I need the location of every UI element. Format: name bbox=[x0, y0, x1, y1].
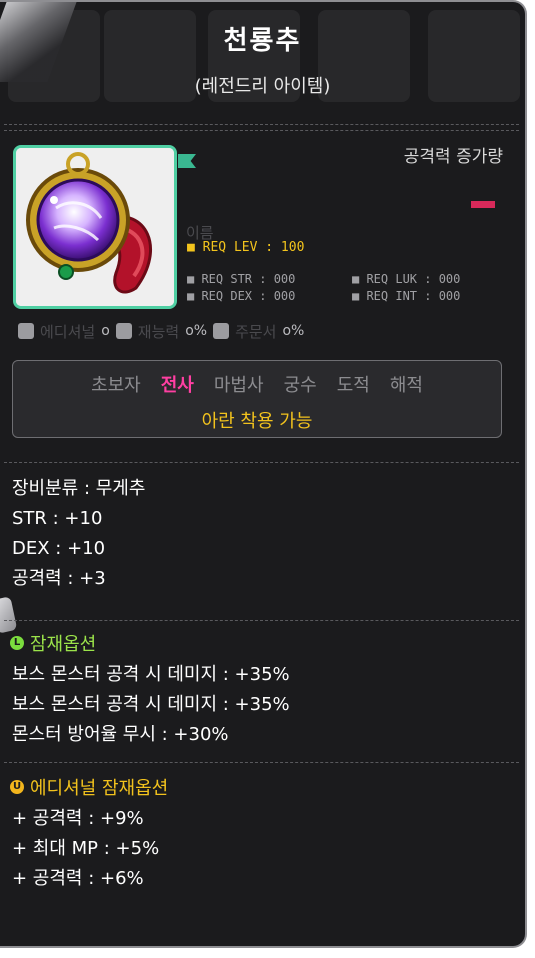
unique-grade-icon: U bbox=[10, 780, 24, 794]
additional-potential-header: U 에디셔널 잠재옵션 bbox=[10, 774, 168, 800]
job-magician: 마법사 bbox=[213, 375, 264, 396]
req-luk: ■ REQ LUK : 000 bbox=[352, 272, 461, 286]
background-ghost-text: 재능력 bbox=[137, 322, 180, 341]
job-beginner: 초보자 bbox=[91, 375, 141, 396]
tag-flag-icon bbox=[178, 154, 196, 168]
attack-increase-label: 공격력 증가량 bbox=[403, 147, 503, 167]
divider bbox=[4, 124, 519, 125]
job-list: 초보자 전사 마법사 궁수 도적 해적 bbox=[13, 371, 501, 397]
pendulum-icon bbox=[16, 148, 174, 306]
job-pirate: 해적 bbox=[389, 375, 423, 396]
additional-potential-lines: + 공격력 : +9% + 최대 MP : +5% + 공격력 : +6% bbox=[12, 804, 159, 894]
side-decoration bbox=[0, 596, 18, 634]
additional-potential-title: 에디셔널 잠재옵션 bbox=[30, 778, 169, 799]
item-icon-frame[interactable] bbox=[13, 145, 177, 309]
req-level: ■ REQ LEV : 100 bbox=[187, 240, 305, 255]
divider bbox=[4, 462, 519, 463]
item-name: 천룡추 bbox=[223, 26, 302, 56]
scroll-icon bbox=[115, 323, 132, 339]
job-thief: 도적 bbox=[336, 375, 370, 396]
divider bbox=[4, 762, 519, 763]
job-warrior: 전사 bbox=[160, 375, 194, 396]
job-archer: 궁수 bbox=[283, 375, 317, 396]
flag-value-3: o% bbox=[282, 323, 305, 339]
background-ghost-text: 에디셔널 bbox=[40, 322, 96, 341]
additional-line: + 공격력 : +9% bbox=[12, 808, 144, 829]
req-int: ■ REQ INT : 000 bbox=[352, 289, 461, 303]
stat-attack: 공격력 : +3 bbox=[12, 568, 106, 589]
potential-line: 보스 몬스터 공격 시 데미지 : +35% bbox=[12, 664, 290, 685]
base-stats: 장비분류 : 무게추 STR : +10 DEX : +10 공격력 : +3 bbox=[12, 474, 145, 594]
job-wearable-note: 아란 착용 가능 bbox=[201, 411, 313, 432]
item-grade: (레전드리 아이템) bbox=[194, 76, 331, 97]
trade-icon bbox=[18, 323, 34, 339]
stat-str: STR : +10 bbox=[12, 508, 103, 529]
equipment-category: 장비분류 : 무게추 bbox=[12, 478, 146, 499]
stat-dex: DEX : +10 bbox=[12, 538, 106, 559]
req-str: ■ REQ STR : 000 bbox=[187, 272, 296, 286]
divider bbox=[4, 620, 519, 621]
req-dex: ■ REQ DEX : 000 bbox=[187, 289, 296, 303]
flag-value-2: o% bbox=[185, 323, 208, 339]
item-flags-row: 에디셔널 o 재능력 o% 주문서 o% bbox=[18, 320, 304, 342]
potential-line: 몬스터 방어율 무시 : +30% bbox=[12, 724, 229, 745]
item-tooltip: 천룡추 (레전드리 아이템) 공격력 증가량 이름 ■ REQ LEV: 10… bbox=[0, 0, 527, 948]
attack-delta-marker bbox=[471, 201, 495, 208]
background-ghost-text: 주문서 bbox=[235, 322, 277, 341]
job-restriction-box: 초보자 전사 마법사 궁수 도적 해적 아란 착용 가능 bbox=[12, 360, 502, 438]
potential-header: L 잠재옵션 bbox=[10, 630, 96, 656]
additional-line: + 공격력 : +6% bbox=[12, 868, 144, 889]
potential-title: 잠재옵션 bbox=[30, 634, 97, 655]
flag-value-1: o bbox=[101, 323, 110, 339]
legendary-grade-icon: L bbox=[10, 636, 24, 650]
additional-line: + 최대 MP : +5% bbox=[12, 838, 160, 859]
shield-icon bbox=[213, 323, 230, 339]
divider bbox=[4, 130, 519, 131]
potential-lines: 보스 몬스터 공격 시 데미지 : +35% 보스 몬스터 공격 시 데미지 :… bbox=[12, 660, 290, 750]
potential-line: 보스 몬스터 공격 시 데미지 : +35% bbox=[12, 694, 290, 715]
